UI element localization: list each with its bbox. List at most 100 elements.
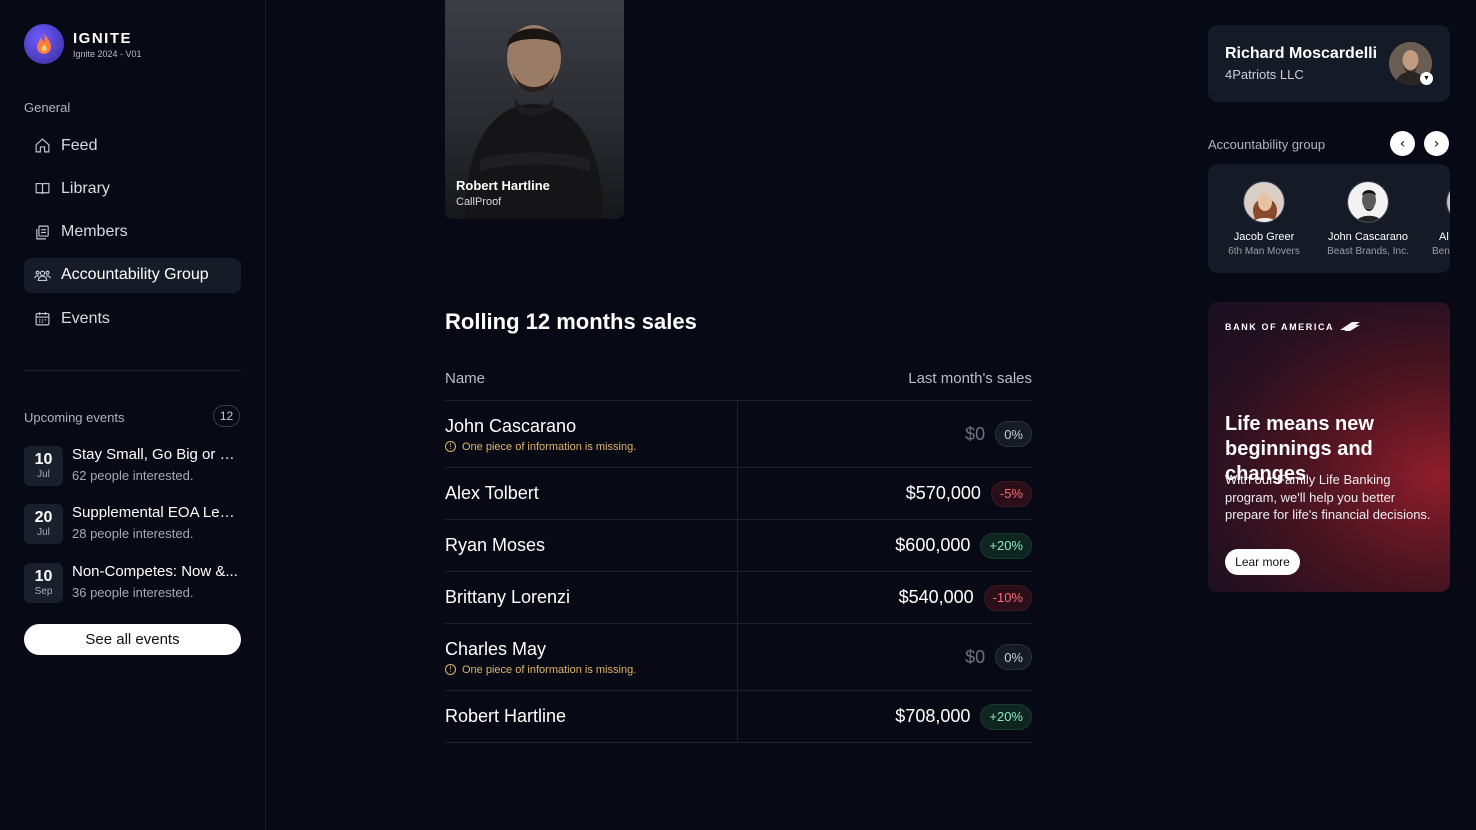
table-row[interactable]: Charles May ! One piece of information is…	[445, 624, 1032, 691]
sidebar-item-library[interactable]: Library	[24, 171, 241, 206]
profile-company: CallProof	[456, 196, 502, 208]
main-nav: Feed Library Members Accountability Grou…	[24, 128, 241, 344]
table-row[interactable]: Alex Tolbert $570,000 -5%	[445, 468, 1032, 520]
row-amount: $570,000	[905, 483, 981, 503]
brand-subtitle: Ignite 2024 - V01	[73, 48, 142, 59]
column-header-name: Name	[445, 369, 486, 387]
event-interest: 36 people interested.	[72, 584, 194, 600]
event-item[interactable]: 10 Jul Stay Small, Go Big or Se... 62 pe…	[24, 446, 241, 486]
member-name: John Cascarano	[1327, 231, 1409, 243]
row-member-name: Alex Tolbert	[445, 483, 539, 503]
table-row[interactable]: Robert Hartline $708,000 +20%	[445, 691, 1032, 743]
upcoming-events-count: 12	[213, 405, 240, 427]
sidebar-item-label: Library	[61, 179, 110, 197]
see-all-events-button[interactable]: See all events	[24, 624, 241, 655]
row-member-name: Robert Hartline	[445, 706, 567, 726]
sidebar-item-members[interactable]: Members	[24, 215, 241, 250]
event-title: Non-Competes: Now &...	[72, 562, 238, 580]
table-row[interactable]: Brittany Lorenzi $540,000 -10%	[445, 572, 1032, 624]
sidebar-item-events[interactable]: Events	[24, 301, 241, 336]
user-company: 4Patriots LLC	[1225, 67, 1304, 82]
ad-logo-text: BANK OF AMERICA	[1225, 321, 1335, 332]
event-interest: 28 people interested.	[72, 526, 194, 542]
sidebar-item-label: Accountability Group	[61, 266, 209, 284]
sales-table: Name Last month's sales John Cascarano !…	[445, 360, 1032, 743]
book-icon	[35, 183, 50, 195]
carousel-next-button[interactable]: ›	[1424, 131, 1449, 156]
group-member[interactable]: John Cascarano Beast Brands, Inc.	[1318, 181, 1418, 257]
group-member[interactable]: Al Ben	[1422, 181, 1450, 257]
member-name: Jacob Greer	[1233, 231, 1295, 243]
change-badge: 0%	[995, 644, 1032, 670]
event-day: 10	[34, 451, 53, 468]
members-icon	[36, 225, 49, 240]
sales-section-title: Rolling 12 months sales	[445, 309, 697, 334]
row-amount: $540,000	[898, 587, 974, 607]
bank-of-america-ad[interactable]: BANK OF AMERICA Life means new beginning…	[1208, 302, 1450, 592]
brand-name: IGNITE	[73, 29, 133, 47]
event-month: Jul	[37, 469, 50, 480]
group-icon	[34, 270, 51, 281]
sidebar-item-label: Events	[61, 309, 110, 327]
table-row[interactable]: Ryan Moses $600,000 +20%	[445, 520, 1032, 572]
row-member-name: Charles May	[445, 638, 547, 659]
chevron-right-icon: ›	[1433, 135, 1440, 152]
row-member-name: Brittany Lorenzi	[445, 587, 571, 607]
member-company: 6th Man Movers	[1228, 246, 1300, 257]
carousel-prev-button[interactable]: ‹	[1390, 131, 1415, 156]
row-amount: $600,000	[895, 535, 971, 555]
info-icon: !	[445, 664, 456, 675]
learn-more-button[interactable]: Lear more	[1225, 549, 1300, 575]
avatar	[1347, 181, 1389, 223]
event-day: 10	[34, 567, 53, 585]
flame-logo-icon	[24, 24, 64, 64]
event-interest: 62 people interested.	[72, 468, 194, 483]
brand[interactable]: IGNITE Ignite 2024 - V01	[24, 24, 142, 64]
event-item[interactable]: 20 Jul Supplemental EOA Lear... 28 peopl…	[24, 504, 241, 545]
member-profile-card[interactable]: Robert Hartline CallProof	[445, 0, 624, 219]
event-item[interactable]: 10 Sep Non-Competes: Now &... 36 people …	[24, 562, 241, 603]
event-date: 10 Sep	[24, 562, 63, 603]
change-badge: -10%	[983, 584, 1032, 611]
group-member[interactable]: Jacob Greer 6th Man Movers	[1214, 181, 1314, 257]
profile-name: Robert Hartline	[456, 178, 550, 193]
change-badge: 0%	[995, 421, 1032, 447]
avatar	[1446, 181, 1450, 223]
accountability-group-carousel: Jacob Greer 6th Man Movers John Cascaran…	[1208, 164, 1450, 273]
calendar-icon	[35, 312, 50, 326]
event-month: Jul	[37, 527, 50, 539]
event-month: Sep	[34, 585, 53, 597]
event-date: 10 Jul	[24, 446, 63, 486]
missing-info-warning: ! One piece of information is missing.	[445, 441, 737, 453]
sidebar-item-feed[interactable]: Feed	[24, 128, 241, 163]
table-header: Name Last month's sales	[445, 360, 1032, 401]
event-title: Supplemental EOA Lear...	[72, 504, 241, 522]
table-row[interactable]: John Cascarano ! One piece of information…	[445, 401, 1032, 468]
upcoming-events-label: Upcoming events	[24, 410, 125, 425]
sidebar: IGNITE Ignite 2024 - V01 General Feed Li…	[0, 0, 266, 830]
upcoming-events-list: 10 Jul Stay Small, Go Big or Se... 62 pe…	[24, 446, 241, 621]
row-member-name: John Cascarano	[445, 415, 577, 436]
sidebar-item-label: Feed	[61, 136, 98, 154]
missing-info-warning: ! One piece of information is missing.	[445, 664, 737, 676]
chevron-down-icon[interactable]: ▼	[1420, 72, 1433, 85]
row-amount: $708,000	[895, 706, 971, 726]
flag-logo-icon	[1340, 322, 1361, 331]
event-day: 20	[34, 509, 53, 527]
change-badge: +20%	[980, 703, 1032, 730]
member-company: Beast Brands, Inc.	[1327, 246, 1409, 257]
sidebar-item-accountability-group[interactable]: Accountability Group	[24, 257, 241, 293]
chevron-left-icon: ‹	[1399, 135, 1406, 152]
row-amount: $0	[965, 646, 986, 667]
home-icon	[35, 138, 50, 153]
row-amount: $0	[965, 423, 986, 444]
missing-info-text: One piece of information is missing.	[462, 440, 637, 453]
ad-body: With our Family Life Banking program, we…	[1225, 472, 1431, 522]
info-icon: !	[445, 441, 456, 452]
missing-info-text: One piece of information is missing.	[462, 663, 637, 676]
member-name: Al	[1439, 231, 1449, 243]
member-company: Ben	[1432, 246, 1450, 257]
event-title: Stay Small, Go Big or Se...	[72, 446, 241, 463]
nav-section-label: General	[24, 100, 71, 115]
current-user-card[interactable]: Richard Moscardelli 4Patriots LLC ▼	[1208, 25, 1450, 102]
